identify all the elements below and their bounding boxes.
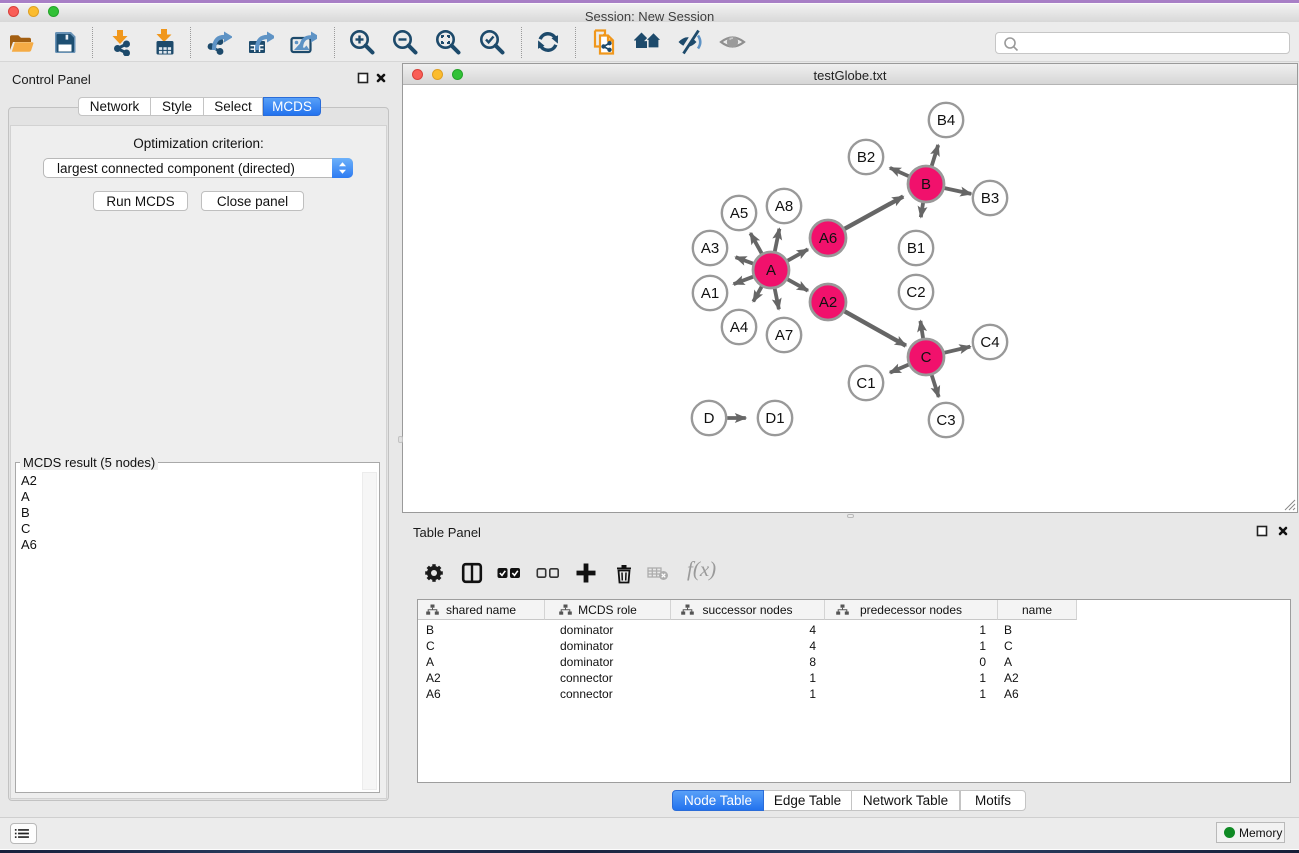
- svg-text:C3: C3: [936, 412, 955, 429]
- svg-text:C1: C1: [856, 375, 875, 392]
- svg-text:A2: A2: [819, 294, 837, 311]
- svg-text:D1: D1: [765, 410, 784, 427]
- svg-text:B3: B3: [981, 190, 999, 207]
- svg-text:A1: A1: [701, 285, 719, 302]
- svg-text:B2: B2: [857, 149, 875, 166]
- svg-text:C4: C4: [980, 334, 999, 351]
- svg-text:A5: A5: [730, 205, 748, 222]
- svg-text:A6: A6: [819, 230, 837, 247]
- svg-text:B1: B1: [907, 240, 925, 257]
- svg-text:A7: A7: [775, 327, 793, 344]
- svg-text:B: B: [921, 176, 931, 193]
- svg-text:C: C: [921, 349, 932, 366]
- svg-text:B4: B4: [937, 112, 955, 129]
- svg-text:D: D: [704, 410, 715, 427]
- svg-text:A8: A8: [775, 198, 793, 215]
- svg-text:A4: A4: [730, 319, 748, 336]
- svg-text:A3: A3: [701, 240, 719, 257]
- svg-text:A: A: [766, 262, 776, 279]
- svg-text:C2: C2: [906, 284, 925, 301]
